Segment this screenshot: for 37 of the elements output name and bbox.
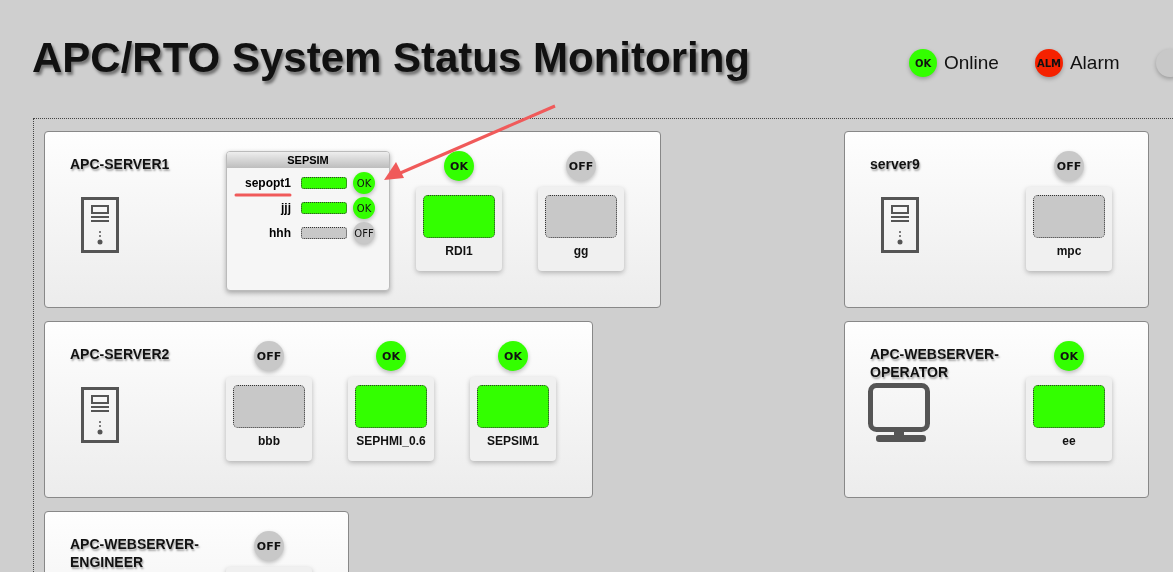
server-name: APC-SERVER2 (70, 345, 171, 363)
monitor-icon (868, 383, 932, 443)
server-name: APC-WEBSERVER-OPERATOR (870, 345, 1000, 381)
app-name: hhh (268, 226, 291, 240)
server-tower-icon (81, 197, 119, 253)
group-title: SEPSIM (227, 152, 389, 168)
status-badge: OK (353, 197, 375, 219)
app-name: SEPSIM1 (487, 434, 539, 448)
legend-label: Alarm (1069, 52, 1120, 74)
status-badge: OK (444, 151, 474, 181)
app-name: gg (573, 244, 589, 258)
page-title: APC/RTO System Status Monitoring (32, 34, 750, 82)
status-badge: OK (1054, 341, 1084, 371)
status-badge: OFF (566, 151, 596, 181)
status-badge: OK (353, 172, 375, 194)
app-name: bbb (258, 434, 280, 448)
server-tower-icon (81, 387, 119, 443)
status-badge: ALM (1034, 49, 1063, 77)
app-name: mpc (1056, 244, 1082, 258)
status-badge: OFF (254, 531, 284, 561)
server-name: APC-WEBSERVER-ENGINEER (70, 535, 200, 571)
status-badge: OFF (254, 341, 284, 371)
status-badge: OFF (353, 222, 375, 244)
app-name: jjj (279, 201, 291, 215)
app-name: SEPHMI_0.6 (356, 434, 426, 448)
status-badge: OK (376, 341, 406, 371)
app-name: RDI1 (445, 244, 473, 258)
status-badge: OFF (1054, 151, 1084, 181)
legend-label: Online (944, 52, 999, 74)
status-badge: OK (909, 49, 937, 77)
server-name: APC-SERVER1 (70, 155, 171, 173)
app-name: sepopt1 (244, 176, 291, 190)
app-name: ee (1062, 434, 1076, 448)
underline-mark (234, 193, 292, 197)
server-tower-icon (881, 197, 919, 253)
status-badge: OK (498, 341, 528, 371)
server-name: server9 (870, 155, 921, 173)
